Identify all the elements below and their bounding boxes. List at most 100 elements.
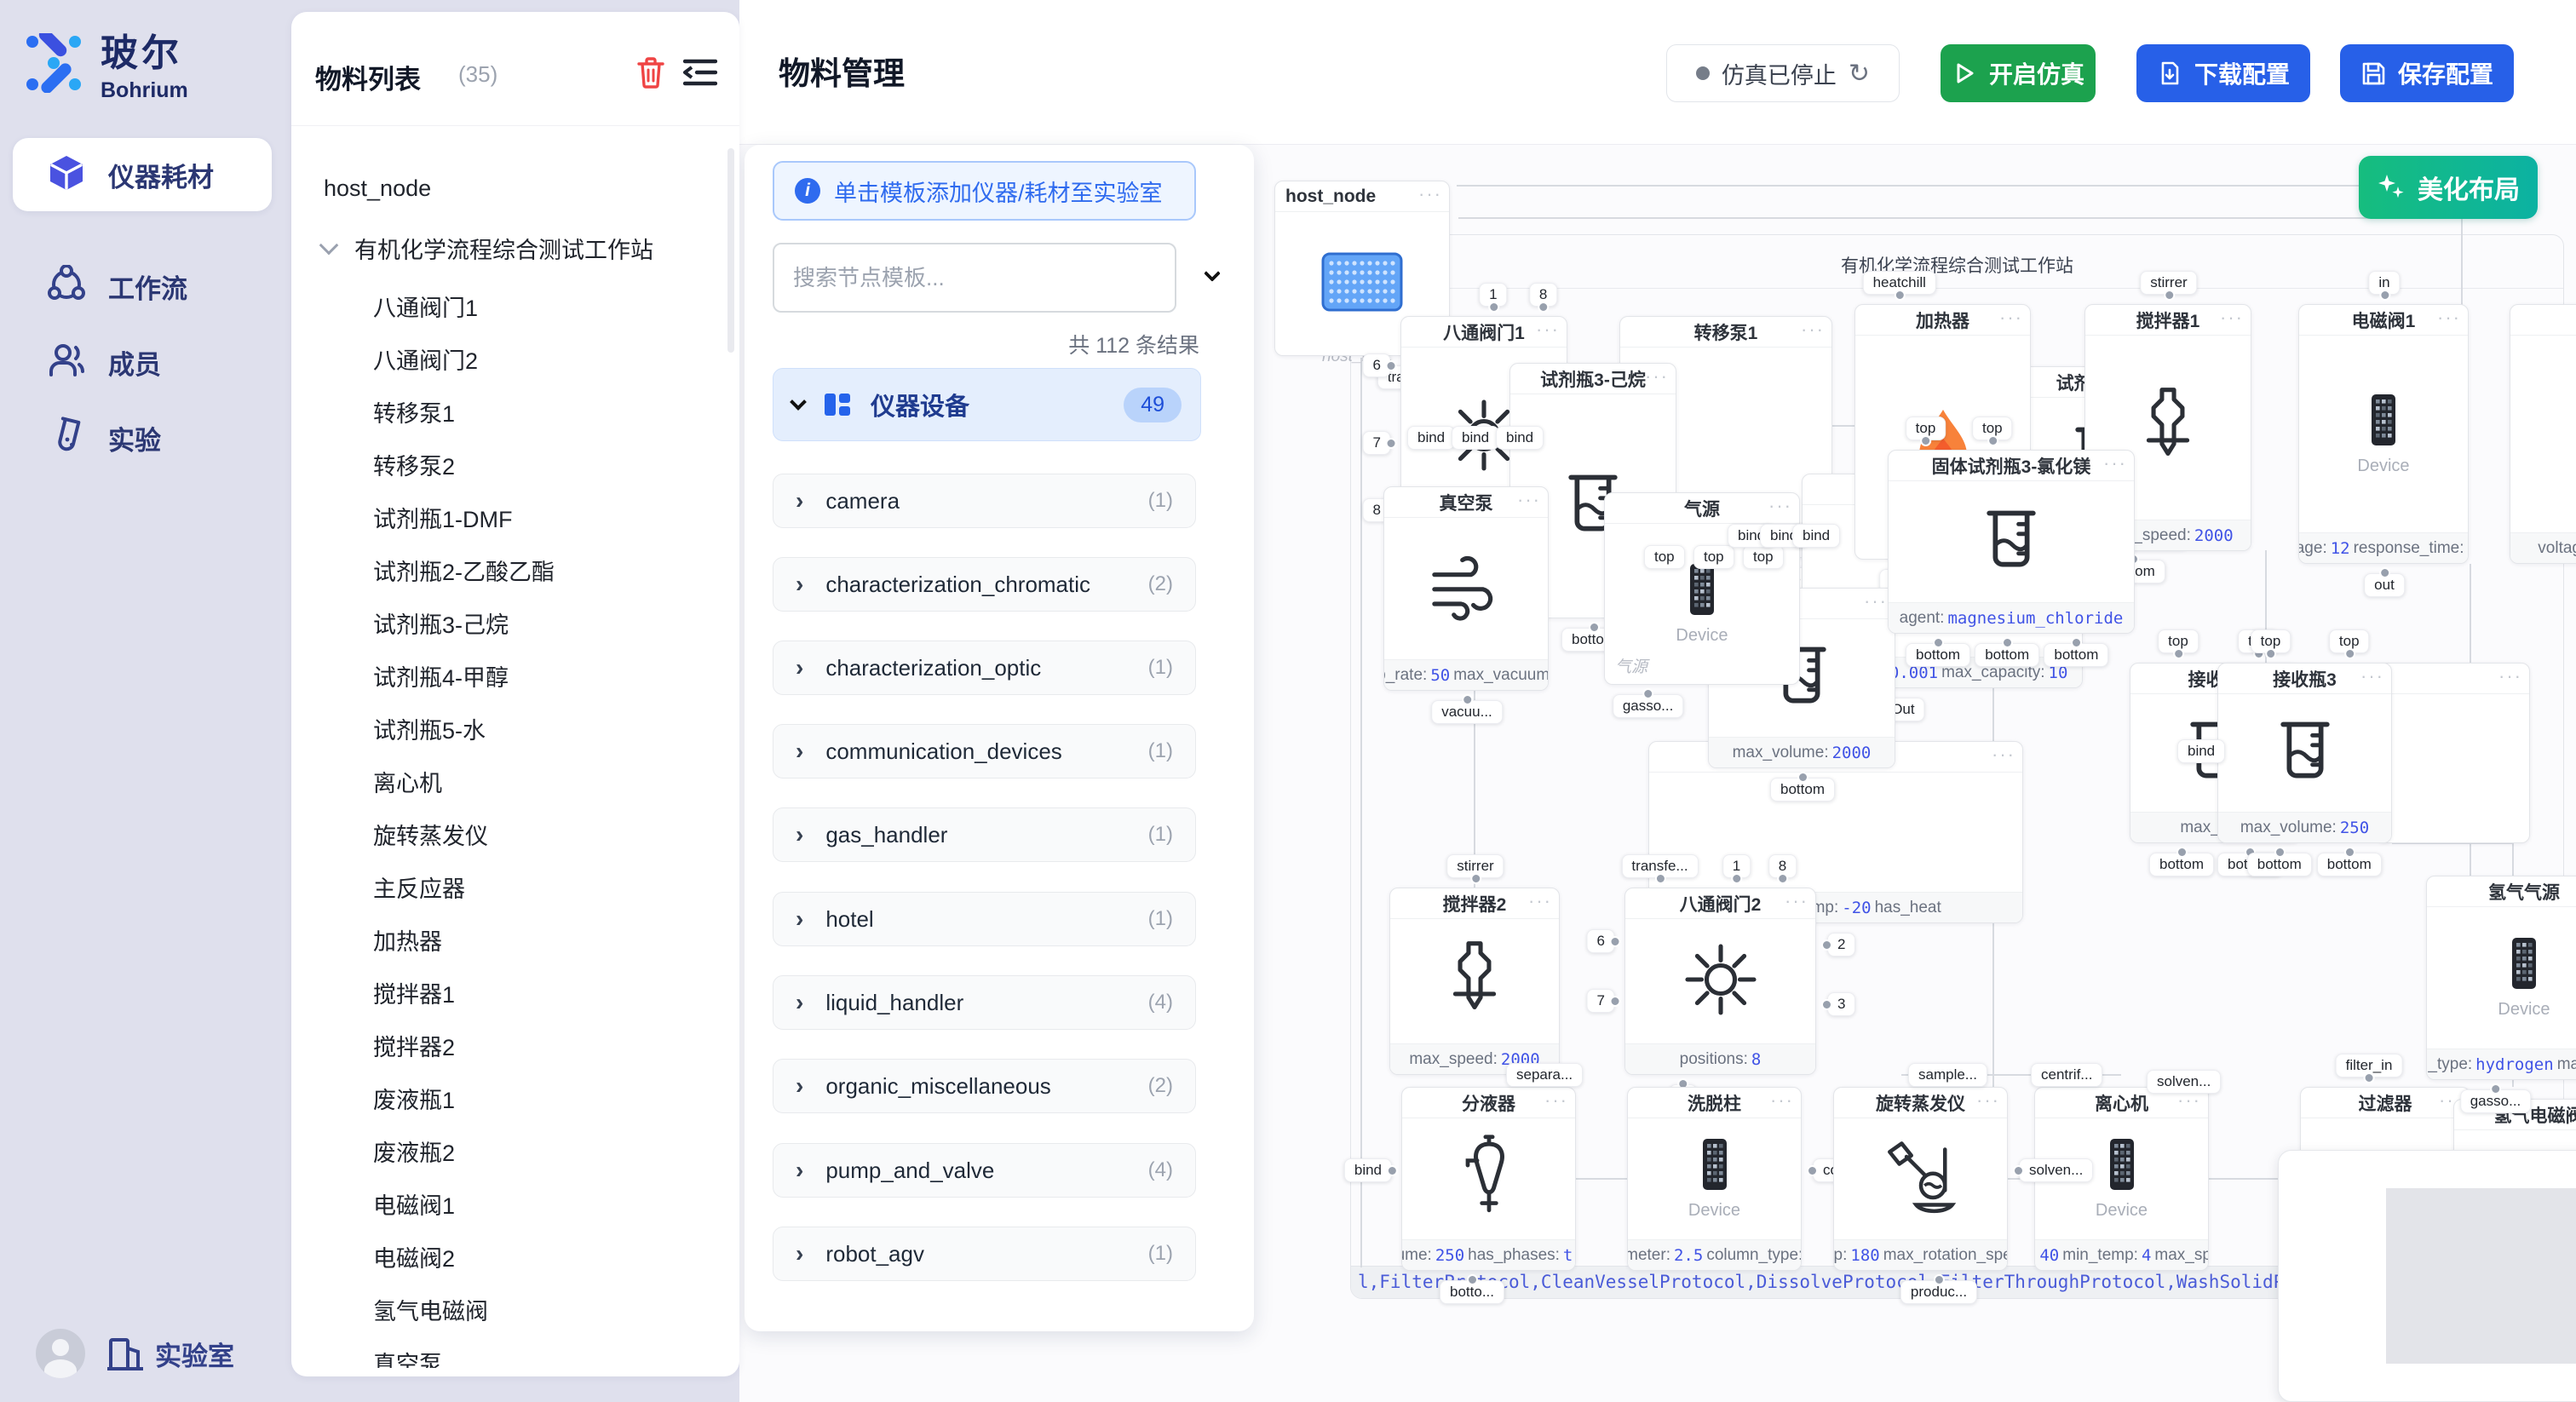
tree-item[interactable]: 搅拌器1 (373, 976, 455, 1009)
category-row-organic_miscellaneous[interactable]: ›organic_miscellaneous(2) (773, 1059, 1196, 1113)
canvas-node-电磁阀1[interactable]: 电磁阀1···Devicevoltage: 12 response_time: … (2298, 304, 2469, 564)
node-menu-icon[interactable]: ··· (1785, 890, 1808, 912)
search-input[interactable] (773, 243, 1176, 313)
port-stirrer[interactable]: stirrer (1446, 854, 1504, 878)
sidebar-item-workflow[interactable]: 工作流 (13, 250, 272, 323)
tree-item[interactable]: 旋转蒸发仪 (373, 818, 488, 851)
tree-item[interactable]: 试剂瓶3-己烷 (373, 606, 509, 640)
node-menu-icon[interactable]: ··· (1544, 1089, 1568, 1112)
canvas-node[interactable]: ··· (2377, 663, 2530, 843)
port-top[interactable]: top (2158, 629, 2199, 653)
start-simulation-button[interactable]: 开启仿真 (1941, 44, 2096, 102)
port-gasso...[interactable]: gasso... (1613, 694, 1684, 718)
port-transfe...[interactable]: transfe... (1621, 854, 1698, 878)
port-produc...[interactable]: produc... (1900, 1280, 1977, 1304)
node-menu-icon[interactable]: ··· (2103, 452, 2127, 474)
node-menu-icon[interactable]: ··· (1528, 890, 1552, 912)
collapse-list-icon[interactable] (683, 56, 717, 89)
port-bottom[interactable]: bottom (1770, 778, 1835, 802)
port-bind[interactable]: bind (1344, 1158, 1392, 1182)
port-gasso...[interactable]: gasso... (2460, 1089, 2532, 1113)
tree-item[interactable]: 试剂瓶2-乙酸乙酯 (373, 554, 555, 587)
port-bind[interactable]: bind (1496, 426, 1544, 450)
canvas-node-气源[interactable]: 气源···Device气源gasso... (1604, 492, 1800, 685)
tree-item[interactable]: 废液瓶2 (373, 1135, 455, 1168)
port-1[interactable]: 1 (1479, 283, 1507, 307)
tree-item[interactable]: 八通阀门2 (373, 342, 478, 376)
port-sample...[interactable]: sample... (1908, 1063, 1987, 1087)
port-top[interactable]: top (1693, 545, 1734, 569)
node-menu-icon[interactable]: ··· (1992, 744, 2015, 766)
section-instruments[interactable]: 仪器设备 49 (773, 368, 1201, 441)
port-out[interactable]: out (2364, 573, 2405, 597)
sidebar-item-instruments[interactable]: 仪器耗材 (13, 138, 272, 211)
category-row-gas_handler[interactable]: ›gas_handler(1) (773, 807, 1196, 862)
node-menu-icon[interactable]: ··· (1645, 365, 1669, 388)
port-heatchill[interactable]: heatchill (1863, 271, 1936, 295)
port-vacuu...[interactable]: vacuu... (1431, 700, 1503, 724)
port-8[interactable]: 8 (1529, 283, 1557, 307)
download-config-button[interactable]: 下载配置 (2136, 44, 2310, 102)
canvas-node-接收瓶3[interactable]: 接收瓶3···max_volume: 250toptopbottombottom (2217, 663, 2392, 843)
node-menu-icon[interactable]: ··· (2437, 307, 2461, 329)
refresh-icon[interactable]: ↻ (1849, 59, 1870, 89)
port-top[interactable]: top (1972, 417, 2013, 440)
node-menu-icon[interactable]: ··· (1864, 590, 1888, 612)
sidebar-item-experiments[interactable]: 实验 (13, 401, 272, 474)
canvas-node-八通阀门2[interactable]: 八通阀门2···positions: 8transfe...1867235 (1624, 888, 1816, 1075)
port-top[interactable]: top (2251, 629, 2291, 653)
port-bind[interactable]: bind (1792, 524, 1840, 548)
canvas-node-氢气气源[interactable]: 氢气气源···Device_type: hydrogen max_pregass… (2426, 876, 2576, 1080)
port-bind[interactable]: bind (2177, 739, 2225, 763)
port-filter_in[interactable]: filter_in (2336, 1054, 2403, 1077)
port-2[interactable]: 2 (1827, 933, 1855, 957)
canvas-node[interactable]: ···voltage: 12 (2510, 304, 2576, 564)
minimap-viewport[interactable] (2386, 1188, 2576, 1364)
port-bottom[interactable]: bottom (2247, 853, 2312, 876)
port-bind[interactable]: bind (1407, 426, 1455, 450)
tree-item[interactable]: 真空泵 (373, 1346, 442, 1368)
port-bind[interactable]: bind (1452, 426, 1499, 450)
tree-item[interactable]: 试剂瓶1-DMF (373, 501, 513, 534)
node-menu-icon[interactable]: ··· (1517, 489, 1541, 511)
port-3[interactable]: 3 (1827, 992, 1855, 1016)
category-row-characterization_chromatic[interactable]: ›characterization_chromatic(2) (773, 557, 1196, 612)
node-menu-icon[interactable]: ··· (1999, 307, 2023, 329)
node-menu-icon[interactable]: ··· (2498, 665, 2522, 687)
port-separa...[interactable]: separa... (1506, 1063, 1583, 1087)
node-menu-icon[interactable]: ··· (1418, 183, 1442, 205)
category-row-communication_devices[interactable]: ›communication_devices(1) (773, 724, 1196, 779)
port-top[interactable]: top (1743, 545, 1784, 569)
port-7[interactable]: 7 (1587, 989, 1615, 1013)
port-6[interactable]: 6 (1587, 929, 1615, 953)
tree-item-host-node[interactable]: host_node (324, 175, 431, 202)
list-scrollbar[interactable] (727, 148, 734, 353)
port-top[interactable]: top (2329, 629, 2370, 653)
tree-item[interactable]: 主反应器 (373, 871, 465, 904)
port-6[interactable]: 6 (1363, 353, 1391, 377)
port-bottom[interactable]: bottom (1975, 643, 2039, 667)
node-menu-icon[interactable]: ··· (1976, 1089, 2000, 1112)
canvas-node-分液器[interactable]: 分液器···volume: 250 has_phases: truebindbo… (1401, 1087, 1576, 1271)
category-row-camera[interactable]: ›camera(1) (773, 474, 1196, 528)
canvas-node-固体试剂瓶3-氯化镁[interactable]: 固体试剂瓶3-氯化镁···agent: magnesium_chlorideto… (1888, 450, 2135, 634)
tree-item[interactable]: 搅拌器2 (373, 1029, 455, 1062)
canvas-node-洗脱柱[interactable]: 洗脱柱···Devicediameter: 2.5 column_type: s… (1627, 1087, 1802, 1271)
save-config-button[interactable]: 保存配置 (2340, 44, 2514, 102)
node-menu-icon[interactable]: ··· (1536, 319, 1560, 341)
tree-item[interactable]: 废液瓶1 (373, 1082, 455, 1115)
tree-item[interactable]: 转移泵1 (373, 395, 455, 428)
canvas-node-真空泵[interactable]: 真空泵···pump_rate: 50 max_vacuum: 0.1vacuu… (1383, 486, 1549, 691)
tree-item-workstation[interactable]: 有机化学流程综合测试工作站 (354, 232, 653, 265)
canvas-node-旋转蒸发仪[interactable]: 旋转蒸发仪···temp: 180 max_rotation_speed:sol… (1833, 1087, 2008, 1271)
port-centrif...[interactable]: centrif... (2031, 1063, 2102, 1087)
tree-item[interactable]: 氢气电磁阀 (373, 1293, 488, 1326)
port-bottom[interactable]: bottom (2044, 643, 2108, 667)
tree-item[interactable]: 离心机 (373, 765, 442, 798)
avatar[interactable] (36, 1329, 85, 1378)
category-row-robot_agv[interactable]: ›robot_agv(1) (773, 1227, 1196, 1281)
tree-item[interactable]: 转移泵2 (373, 448, 455, 481)
port-top[interactable]: top (1644, 545, 1685, 569)
trash-icon[interactable] (635, 56, 666, 89)
lab-entry[interactable]: 实验室 (107, 1335, 234, 1373)
